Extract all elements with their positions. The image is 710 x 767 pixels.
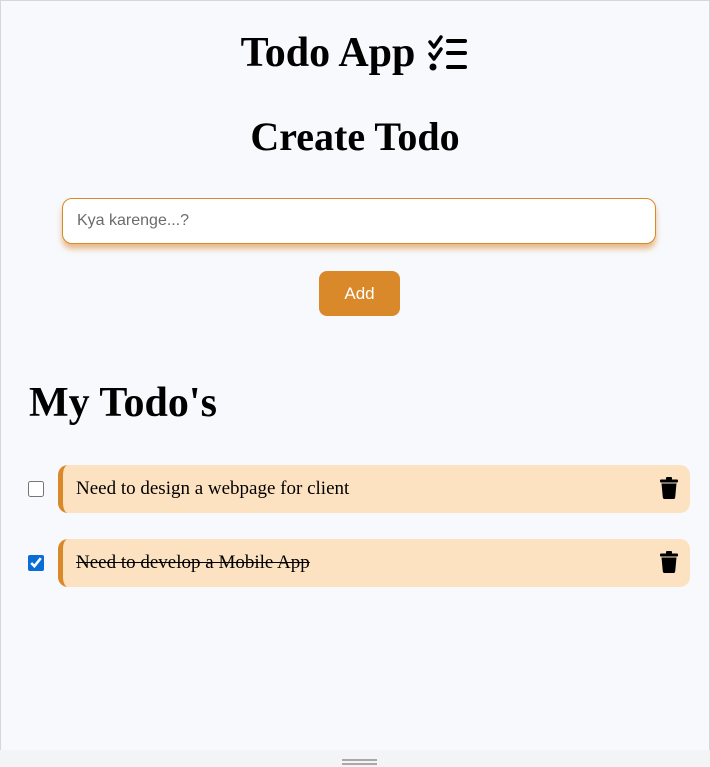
todo-input[interactable]	[62, 198, 656, 244]
todo-card: Need to develop a Mobile App	[58, 539, 690, 587]
app-page: Todo App Create Todo Add My Todo's Need …	[0, 0, 710, 750]
my-todos-heading: My Todo's	[29, 380, 217, 426]
todo-checkbox[interactable]	[28, 481, 44, 497]
todo-item: Need to design a webpage for client	[1, 465, 709, 513]
todo-item: Need to develop a Mobile App	[1, 539, 709, 587]
todo-text: Need to develop a Mobile App	[76, 552, 310, 573]
create-todo-heading: Create Todo	[250, 114, 460, 159]
trash-icon[interactable]	[660, 477, 678, 499]
todo-text: Need to design a webpage for client	[76, 478, 350, 499]
resize-handle[interactable]	[342, 759, 377, 765]
checklist-icon	[427, 34, 469, 72]
add-button[interactable]: Add	[319, 271, 400, 316]
todo-card: Need to design a webpage for client	[58, 465, 690, 513]
app-header: Todo App	[1, 27, 709, 79]
trash-icon[interactable]	[660, 551, 678, 573]
app-title: Todo App	[240, 30, 416, 76]
todo-checkbox[interactable]	[28, 555, 44, 571]
